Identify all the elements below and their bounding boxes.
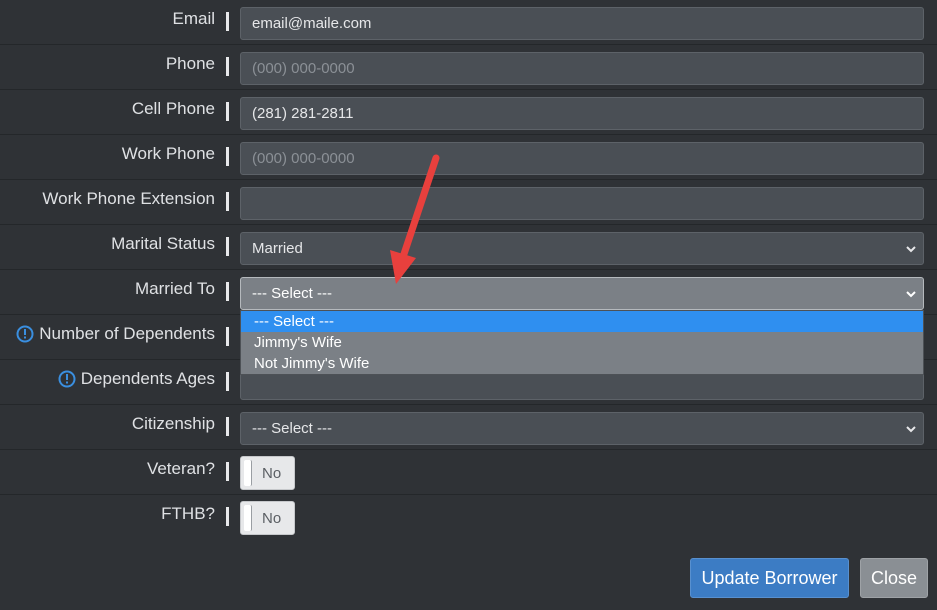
update-borrower-button[interactable]: Update Borrower: [690, 558, 849, 598]
row-citizenship: Citizenship --- Select ---: [0, 405, 937, 450]
row-fthb: FTHB? No: [0, 495, 937, 540]
dropdown-option[interactable]: Jimmy's Wife: [241, 332, 923, 353]
married-to-value: --- Select ---: [252, 285, 332, 302]
row-married-to: Married To --- Select ---: [0, 270, 937, 315]
label-separator: [226, 237, 229, 256]
work-phone-extension-field[interactable]: [240, 187, 924, 220]
dropdown-option[interactable]: --- Select ---: [241, 311, 923, 332]
cell-phone-field[interactable]: (281) 281-2811: [240, 97, 924, 130]
work-phone-extension-label: Work Phone Extension: [42, 189, 215, 208]
info-circle-icon[interactable]: [58, 370, 76, 388]
number-of-dependents-label: Number of Dependents: [16, 324, 215, 344]
label-separator: [226, 12, 229, 31]
row-marital-status: Marital Status Married: [0, 225, 937, 270]
phone-field[interactable]: (000) 000-0000: [240, 52, 924, 85]
red-arrow-annotation: [390, 154, 440, 284]
veteran-label: Veteran?: [146, 459, 215, 478]
married-to-select[interactable]: --- Select ---: [240, 277, 924, 310]
label-separator: [226, 192, 229, 211]
toggle-knob: [244, 505, 252, 531]
label-separator: [226, 462, 229, 481]
fthb-label: FTHB?: [161, 504, 215, 523]
chevron-down-icon: [906, 426, 916, 433]
label-separator: [226, 507, 229, 526]
row-email: Email email@maile.com: [0, 0, 937, 45]
label-separator: [226, 147, 229, 166]
work-phone-label: Work Phone: [121, 144, 215, 163]
email-field[interactable]: email@maile.com: [240, 7, 924, 40]
citizenship-label: Citizenship: [131, 414, 215, 433]
work-phone-field[interactable]: (000) 000-0000: [240, 142, 924, 175]
married-to-dropdown: --- Select --- Jimmy's Wife Not Jimmy's …: [240, 310, 924, 375]
married-to-label: Married To: [135, 279, 215, 298]
borrower-form: Email email@maile.com Phone (000) 000-00…: [0, 0, 937, 610]
info-circle-icon[interactable]: [16, 325, 34, 343]
marital-status-label: Marital Status: [111, 234, 215, 253]
email-label: Email: [172, 9, 215, 28]
chevron-down-icon: [906, 246, 916, 253]
row-cell-phone: Cell Phone (281) 281-2811: [0, 90, 937, 135]
label-separator: [226, 102, 229, 121]
toggle-knob: [244, 460, 252, 486]
dependents-ages-label: Dependents Ages: [58, 369, 215, 389]
phone-label: Phone: [165, 54, 215, 73]
label-separator: [226, 57, 229, 76]
marital-status-select[interactable]: Married: [240, 232, 924, 265]
label-separator: [226, 372, 229, 391]
citizenship-select[interactable]: --- Select ---: [240, 412, 924, 445]
marital-status-value: Married: [252, 240, 303, 257]
dropdown-option[interactable]: Not Jimmy's Wife: [241, 353, 923, 374]
row-work-phone-extension: Work Phone Extension: [0, 180, 937, 225]
close-button[interactable]: Close: [860, 558, 928, 598]
label-separator: [226, 417, 229, 436]
label-separator: [226, 327, 229, 346]
veteran-toggle-label: No: [262, 465, 282, 482]
label-separator: [226, 282, 229, 301]
row-phone: Phone (000) 000-0000: [0, 45, 937, 90]
fthb-toggle[interactable]: No: [240, 501, 295, 535]
citizenship-value: --- Select ---: [252, 420, 332, 437]
row-work-phone: Work Phone (000) 000-0000: [0, 135, 937, 180]
chevron-down-icon: [906, 291, 916, 298]
cell-phone-label: Cell Phone: [131, 99, 215, 118]
row-veteran: Veteran? No: [0, 450, 937, 495]
veteran-toggle[interactable]: No: [240, 456, 295, 490]
fthb-toggle-label: No: [262, 510, 282, 527]
